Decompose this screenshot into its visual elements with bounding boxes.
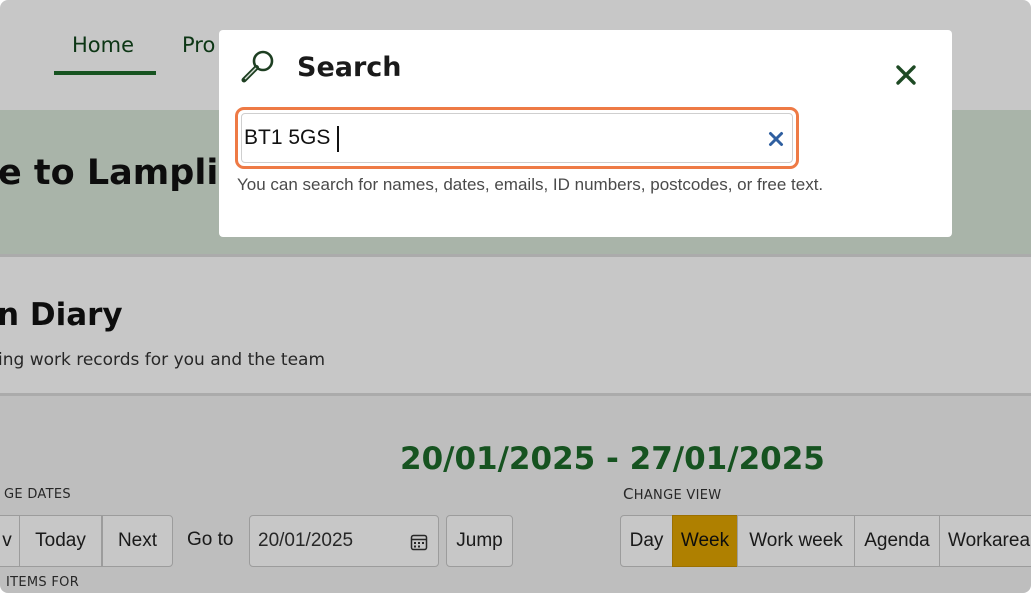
clear-search-button[interactable] xyxy=(765,128,787,150)
search-modal-title: Search xyxy=(297,52,402,83)
close-icon xyxy=(896,65,916,85)
clear-icon xyxy=(769,132,783,146)
search-hint: You can search for names, dates, emails,… xyxy=(237,175,824,194)
close-button[interactable] xyxy=(889,58,923,92)
app-frame: Home Pro e to Lamplig n Diary ing work r… xyxy=(0,0,1031,593)
magnifier-icon xyxy=(241,50,274,83)
search-input[interactable] xyxy=(241,113,793,163)
search-modal: Search You can search for names, dates, … xyxy=(219,30,952,237)
text-caret xyxy=(337,126,339,152)
